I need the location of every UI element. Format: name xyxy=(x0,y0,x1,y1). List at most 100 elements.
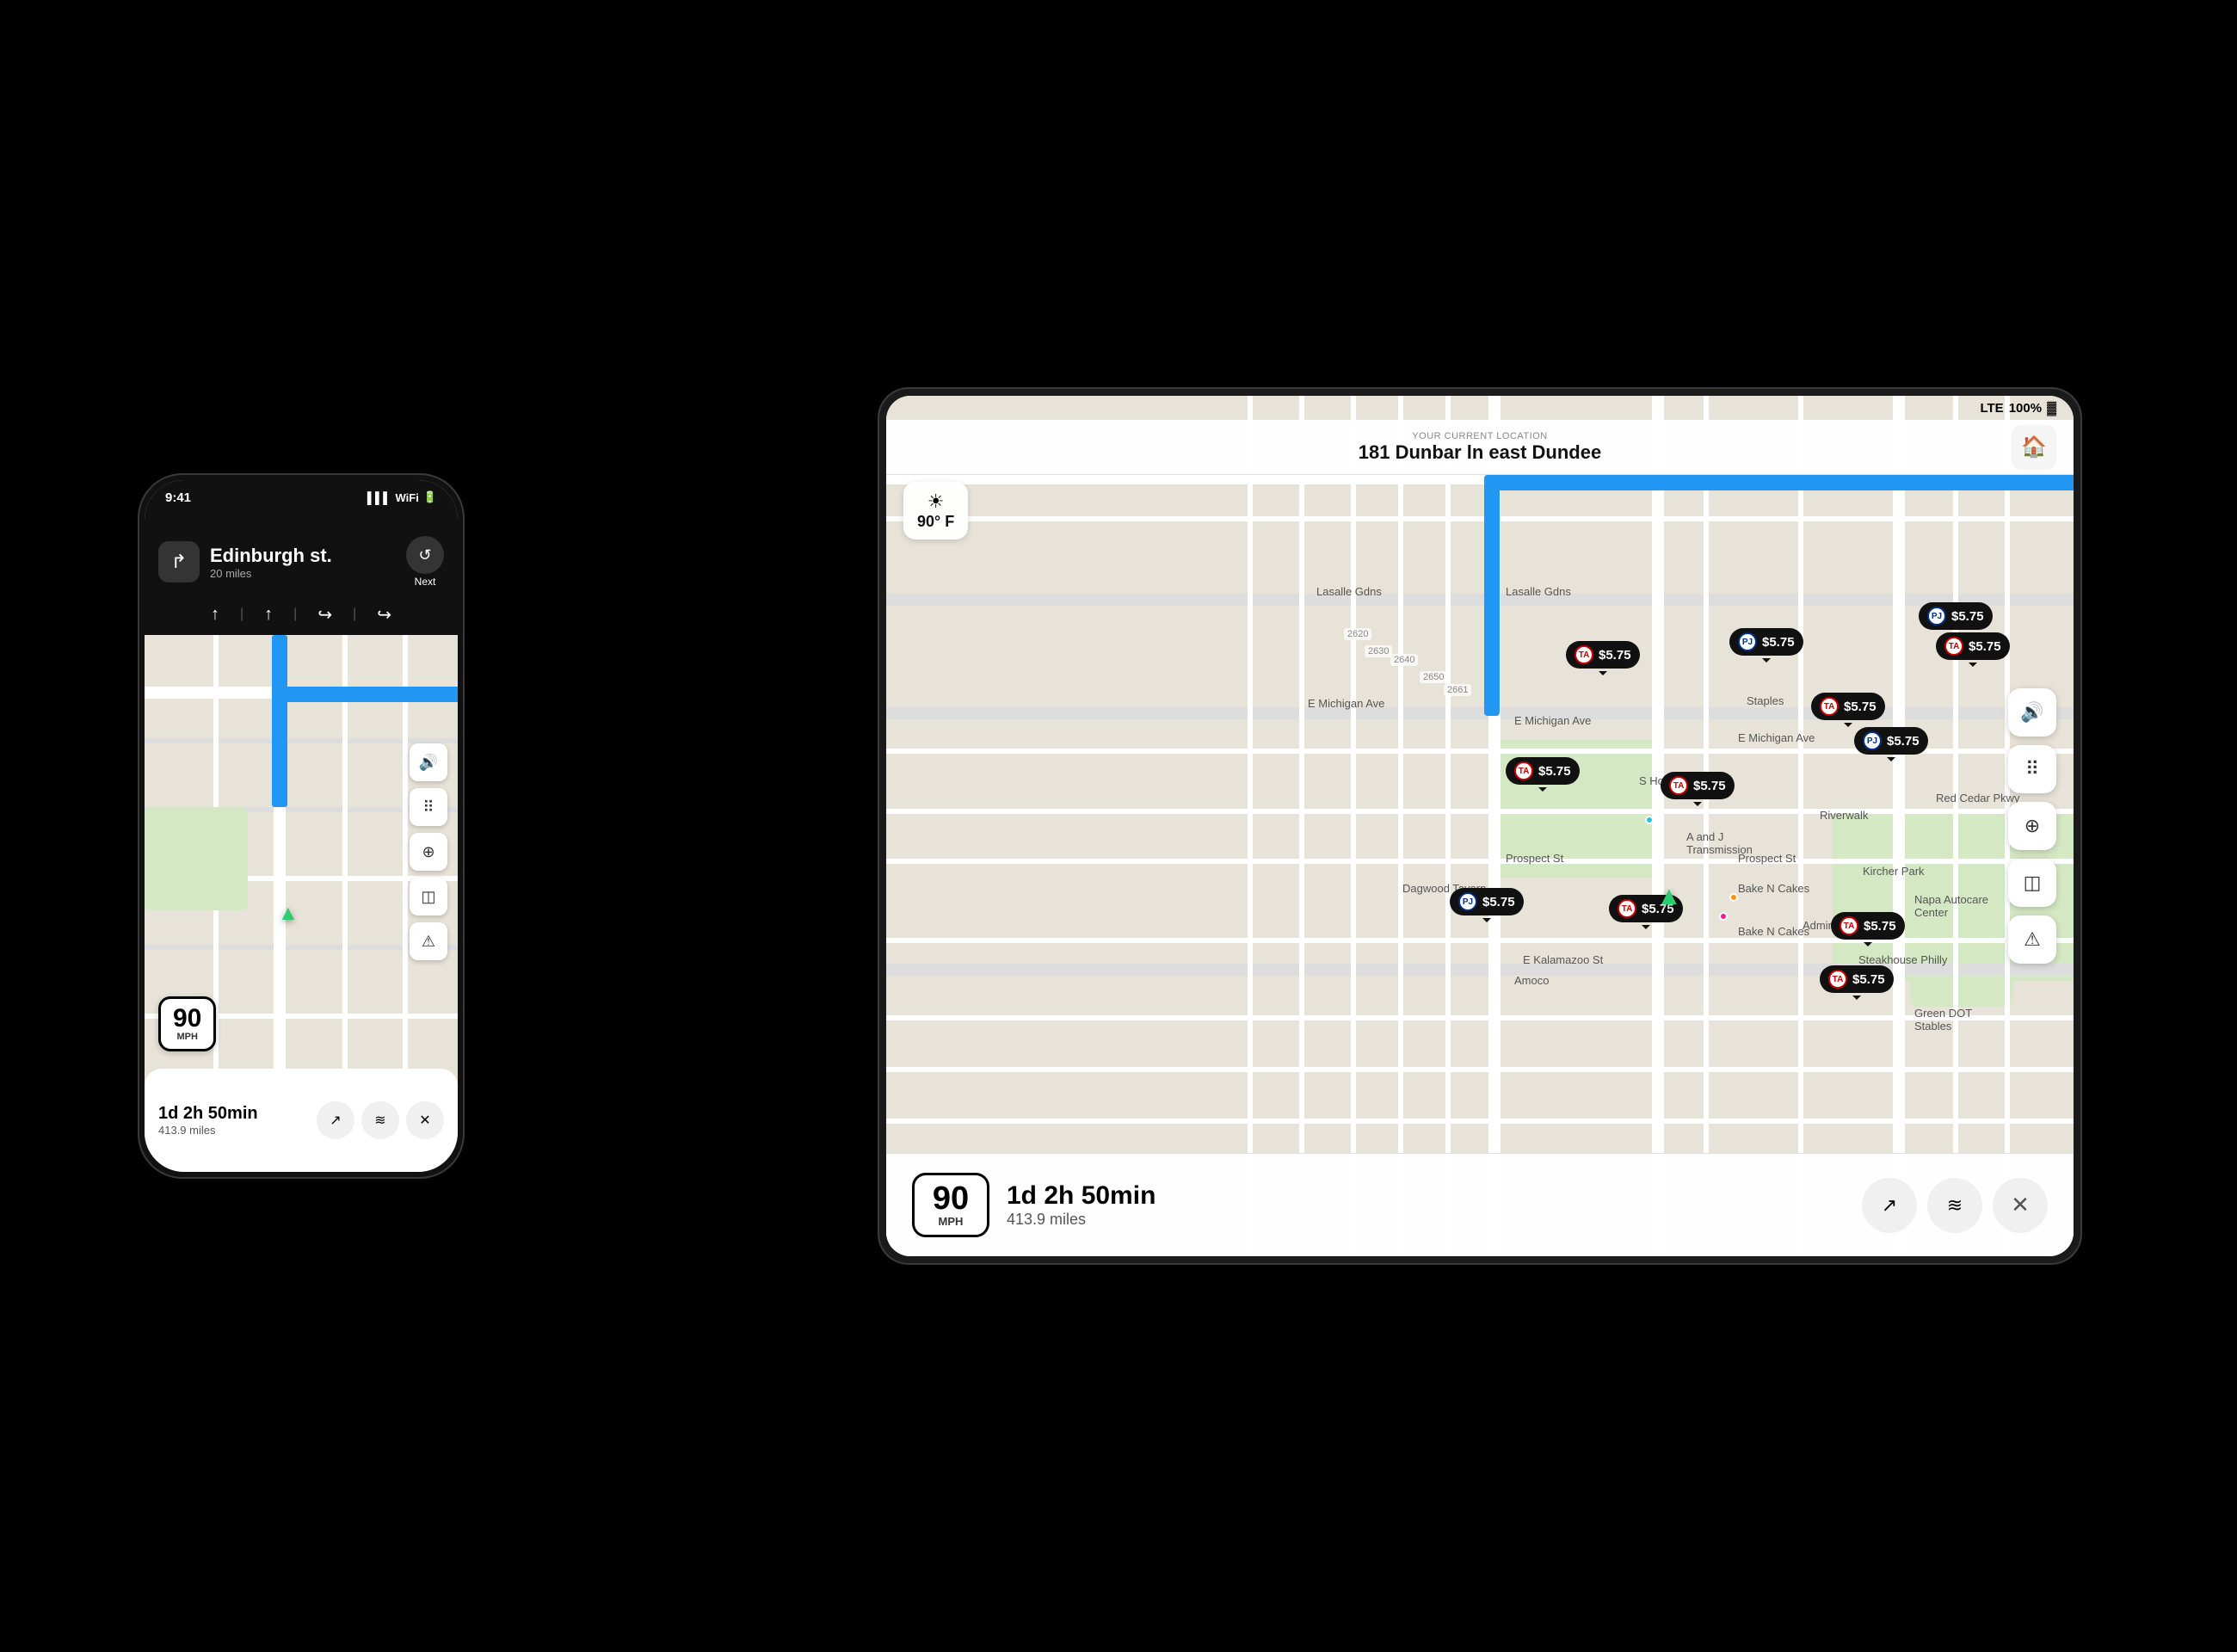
label-bake1: Bake N Cakes xyxy=(1738,882,1809,895)
phone-green-1 xyxy=(145,807,248,910)
phone-close-btn[interactable]: ✕ xyxy=(406,1101,444,1139)
pj-logo: PJ xyxy=(1738,632,1757,651)
phone-grid-btn[interactable]: ⠿ xyxy=(410,788,447,826)
scene: LTE 100% ▓ YOUR CURRENT LOCATION 181 Dun… xyxy=(86,52,2151,1600)
gas-pin-ta5[interactable]: TA $5.75 xyxy=(1661,772,1735,799)
lte-indicator: LTE xyxy=(1980,401,2003,416)
place-bake2 xyxy=(1719,912,1728,921)
next-button[interactable]: ↺ Next xyxy=(406,536,444,588)
phone-grid-icon: ⠿ xyxy=(422,798,434,817)
label-lasalle1: Lasalle Gdns xyxy=(1316,585,1382,598)
phone-trip-info: 1d 2h 50min 413.9 miles xyxy=(158,1104,306,1137)
phone-waypoints-btn[interactable]: ≋ xyxy=(361,1101,399,1139)
phone-sound-btn[interactable]: 🔊 xyxy=(410,743,447,781)
label-prospect1: Prospect St xyxy=(1506,852,1563,865)
label-atj: A and JTransmission xyxy=(1686,830,1753,856)
gas-pin-pj4[interactable]: PJ $5.75 xyxy=(1450,888,1524,915)
destination-distance: 20 miles xyxy=(210,567,396,580)
next-icon: ↺ xyxy=(406,536,444,574)
location-address: 181 Dunbar ln east Dundee xyxy=(1359,441,1601,464)
ta-logo-2: TA xyxy=(1944,637,1963,656)
close-btn-tablet[interactable]: ✕ xyxy=(1993,1178,2048,1233)
mini-arrow-1: ↑ xyxy=(211,605,219,625)
label-lasalle2: Lasalle Gdns xyxy=(1506,585,1571,598)
label-redcedar: Red Cedar Pkwy xyxy=(1936,792,2020,804)
ta-logo-7: TA xyxy=(1840,916,1858,935)
gas-pin-pj1[interactable]: PJ $5.75 xyxy=(1729,628,1803,656)
phone-location-btn[interactable]: ⊕ xyxy=(410,833,447,871)
sound-icon: 🔊 xyxy=(2020,701,2043,724)
blue-route-v1 xyxy=(1484,475,1500,716)
location-icon: ⊕ xyxy=(2024,815,2040,837)
layers-btn[interactable]: ◫ xyxy=(2008,859,2056,907)
phone-layers-icon: ◫ xyxy=(421,888,435,906)
close-icon-tablet: ✕ xyxy=(2011,1192,2030,1218)
place-bake1 xyxy=(1729,893,1738,902)
pin-price-6: $5.75 xyxy=(1887,734,1920,749)
ta-logo-3: TA xyxy=(1820,697,1839,716)
phone-layers-btn[interactable]: ◫ xyxy=(410,878,447,915)
phone-action-btns: ↗ ≋ ✕ xyxy=(317,1101,444,1139)
label-michigan1: E Michigan Ave xyxy=(1308,697,1384,710)
phone-map-controls: 🔊 ⠿ ⊕ ◫ ⚠ xyxy=(410,743,447,960)
grid-btn[interactable]: ⠿ xyxy=(2008,745,2056,793)
speed-number-tablet: 90 xyxy=(928,1182,973,1215)
gas-pin-ta3[interactable]: TA $5.75 xyxy=(1811,693,1885,720)
ta-logo-4: TA xyxy=(1514,761,1533,780)
mini-arrow-2: ↑ xyxy=(264,605,273,625)
pin-price-7: $5.75 xyxy=(1538,764,1571,779)
phone-trip-dist: 413.9 miles xyxy=(158,1124,306,1137)
road-v-s-howard xyxy=(1652,396,1664,1256)
road-v-4 xyxy=(1398,396,1403,1256)
phone-speed-unit: MPH xyxy=(173,1032,201,1042)
pin-price-8: $5.75 xyxy=(1693,779,1726,793)
turn-arrow-phone: ↱ xyxy=(158,541,200,583)
tablet-status-icons: LTE 100% ▓ xyxy=(1980,401,2056,416)
gas-pin-ta8[interactable]: TA $5.75 xyxy=(1820,965,1894,993)
gas-pin-pj2[interactable]: PJ $5.75 xyxy=(1919,602,1993,630)
tablet-bottom-nav: 90 MPH 1d 2h 50min 413.9 miles ↗ ≋ ✕ xyxy=(886,1153,2074,1256)
alert-icon: ⚠ xyxy=(2024,928,2041,951)
ta-logo-5: TA xyxy=(1669,776,1688,795)
phone-waypoints-icon: ≋ xyxy=(374,1112,385,1129)
pj-logo-4: PJ xyxy=(1458,892,1477,911)
road-v-2 xyxy=(1299,396,1304,1256)
route-btn-tablet[interactable]: ↗ xyxy=(1862,1178,1917,1233)
gas-pin-ta2[interactable]: TA $5.75 xyxy=(1936,632,2010,660)
alert-btn[interactable]: ⚠ xyxy=(2008,915,2056,964)
layers-icon: ◫ xyxy=(2024,872,2042,894)
phone-mini-directions: ↑ | ↑ | ↪ | ↪ xyxy=(145,601,458,635)
phone-route-btn[interactable]: ↗ xyxy=(317,1101,354,1139)
ta-logo-6: TA xyxy=(1618,899,1636,918)
mini-arrow-4: ↪ xyxy=(377,604,391,626)
pin-price-2: $5.75 xyxy=(1762,635,1795,650)
road-v-culpepper xyxy=(1893,396,1905,1256)
road-v-8 xyxy=(1953,396,1958,1256)
gas-pin-ta1[interactable]: TA $5.75 xyxy=(1566,641,1640,669)
label-riverwalk: Riverwalk xyxy=(1820,809,1868,822)
nav-destination: Edinburgh st. 20 miles xyxy=(210,545,396,580)
location-btn[interactable]: ⊕ xyxy=(2008,802,2056,850)
route-icon-tablet: ↗ xyxy=(1882,1194,1897,1217)
signal-icon: ▌▌▌ xyxy=(367,491,391,504)
road-v-1 xyxy=(1248,396,1253,1256)
gas-pin-ta7[interactable]: TA $5.75 xyxy=(1831,912,1905,940)
ta-logo: TA xyxy=(1575,645,1593,664)
tablet-device: LTE 100% ▓ YOUR CURRENT LOCATION 181 Dun… xyxy=(878,387,2082,1265)
label-napa: Napa AutocareCenter xyxy=(1914,893,1988,919)
location-info: YOUR CURRENT LOCATION 181 Dunbar ln east… xyxy=(1359,431,1601,464)
home-icon-btn[interactable]: 🏠 xyxy=(2012,425,2056,470)
phone-time: 9:41 xyxy=(165,490,367,505)
gas-pin-ta4[interactable]: TA $5.75 xyxy=(1506,757,1580,785)
temp-value: 90° F xyxy=(917,513,954,531)
waypoints-btn-tablet[interactable]: ≋ xyxy=(1927,1178,1982,1233)
gas-pin-pj3[interactable]: PJ $5.75 xyxy=(1854,727,1928,755)
phone-alert-btn[interactable]: ⚠ xyxy=(410,922,447,960)
sound-btn[interactable]: 🔊 xyxy=(2008,688,2056,737)
tablet-action-btns: ↗ ≋ ✕ xyxy=(1862,1178,2048,1233)
label-bake2: Bake N Cakes xyxy=(1738,925,1809,938)
phone-status-bar: 9:41 ▌▌▌ WiFi 🔋 xyxy=(145,480,458,523)
battery-indicator: 100% xyxy=(2009,401,2042,416)
phone-status-icons: ▌▌▌ WiFi 🔋 xyxy=(367,490,437,504)
pin-price-10: $5.75 xyxy=(1482,895,1515,909)
